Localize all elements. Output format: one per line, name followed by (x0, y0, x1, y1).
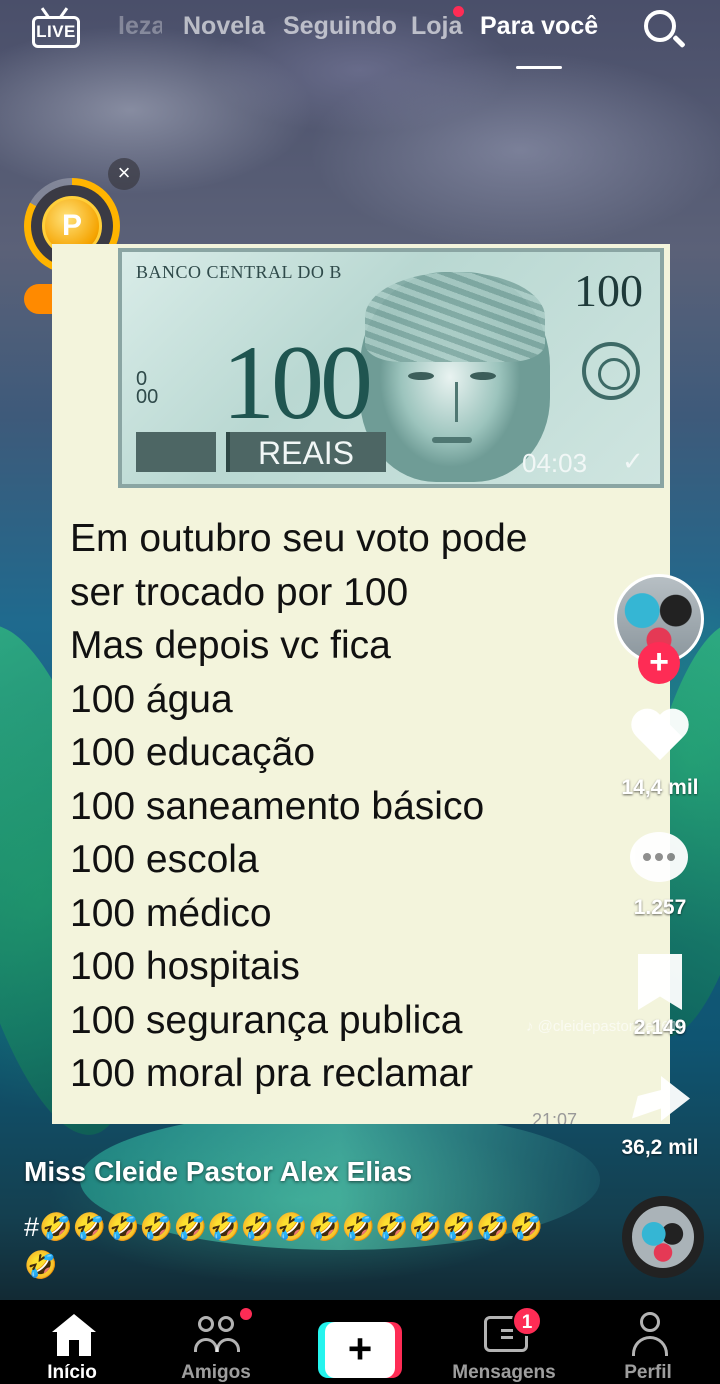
comment-dot (643, 853, 651, 861)
message-line: 100 moral pra reclamar (70, 1052, 474, 1095)
close-coin-widget-button[interactable]: × (108, 158, 140, 190)
message-line: 100 escola (70, 838, 259, 881)
message-line: Em outubro seu voto pode (70, 517, 528, 560)
plus-icon: + (325, 1322, 395, 1378)
home-door (69, 1340, 79, 1356)
active-tab-indicator (516, 66, 562, 69)
message-line: 100 hospitais (70, 945, 300, 988)
top-navigation: LIVE leza Novela Seguindo Loja Para você (0, 0, 720, 80)
post-image[interactable]: BANCO CENTRAL DO B 100 100 0 00 REAIS 04… (52, 244, 670, 1124)
tab-novela[interactable]: Novela (183, 12, 265, 41)
search-icon (644, 10, 676, 42)
message-line: Mas depois vc fica (70, 624, 391, 667)
friend-head (198, 1316, 214, 1332)
comment-dot (667, 853, 675, 861)
message-line: 100 água (70, 677, 233, 721)
search-button[interactable] (640, 6, 690, 54)
friend-body (194, 1338, 218, 1352)
share-count: 36,2 mil (621, 1136, 699, 1159)
friends-icon (194, 1314, 242, 1358)
friend-head (218, 1316, 234, 1332)
save-count: 2.149 (633, 1016, 687, 1039)
banknote-dark-bar (136, 432, 216, 472)
like-heart-icon[interactable] (630, 710, 690, 766)
notification-dot (240, 1308, 252, 1320)
tab-loja[interactable]: Loja (411, 12, 462, 41)
nav-friends[interactable]: Amigos (156, 1300, 276, 1384)
portrait-hair (365, 272, 545, 362)
message-check-icon: ✓ (622, 446, 644, 476)
banknote-header: BANCO CENTRAL DO B (136, 262, 342, 282)
follow-button[interactable]: + (638, 642, 680, 684)
banknote-currency-label: REAIS (257, 435, 355, 471)
banknote-value-large: 100 (222, 324, 373, 441)
home-icon (52, 1314, 96, 1356)
like-count: 14,4 mil (621, 776, 699, 799)
banknote-serial-digits: 0 00 (136, 368, 159, 408)
profile-shoulders (632, 1336, 668, 1356)
nav-friends-label: Amigos (181, 1362, 251, 1383)
bottom-navigation: Início Amigos + 1 Mensagens Perfil (0, 1300, 720, 1384)
notification-dot (453, 6, 464, 17)
live-label: LIVE (32, 16, 80, 48)
comment-dot (655, 853, 663, 861)
create-button[interactable]: + (318, 1322, 402, 1378)
tab-seguindo[interactable]: Seguindo (283, 12, 397, 41)
banknote-image: BANCO CENTRAL DO B 100 100 0 00 REAIS 04… (118, 248, 664, 488)
author-name[interactable]: Miss Cleide Pastor Alex Elias (24, 1156, 412, 1188)
message-line: ser trocado por 100 (70, 570, 409, 614)
inbox-badge: 1 (512, 1306, 542, 1336)
nav-home-label: Início (47, 1362, 97, 1383)
comment-icon[interactable] (630, 832, 688, 882)
portrait-eye (470, 372, 496, 380)
portrait-eye (408, 372, 434, 380)
friend-body (216, 1338, 240, 1352)
nav-inbox[interactable]: 1 Mensagens (444, 1300, 564, 1384)
nav-profile-label: Perfil (624, 1362, 672, 1383)
message-line: 100 educação (70, 731, 316, 774)
search-icon-handle (672, 34, 686, 49)
portrait-nose (446, 382, 458, 422)
nav-profile[interactable]: Perfil (588, 1300, 708, 1384)
nav-home[interactable]: Início (12, 1300, 132, 1384)
comment-count: 1.257 (633, 896, 687, 919)
banknote-emblem-icon (582, 342, 640, 400)
tab-leza[interactable]: leza (118, 12, 162, 41)
post-message-text: Em outubro seu voto pode ser trocado por… (70, 512, 630, 1101)
profile-head (640, 1312, 660, 1332)
portrait-mouth (432, 437, 472, 443)
video-caption[interactable]: #🤣🤣🤣🤣🤣🤣🤣🤣🤣🤣🤣🤣🤣🤣🤣🤣 (24, 1208, 544, 1284)
message-timestamp-partial: 21:07 (532, 1110, 578, 1124)
message-line: 100 médico (70, 891, 272, 935)
profile-icon (630, 1312, 670, 1358)
tab-para-voce[interactable]: Para você (480, 12, 598, 41)
banknote-value-small: 100 (574, 265, 643, 316)
music-disc-icon[interactable] (622, 1196, 704, 1278)
live-button[interactable]: LIVE (30, 6, 84, 50)
message-line: 100 saneamento básico (70, 784, 485, 828)
message-timestamp: 04:03 (522, 448, 588, 478)
nav-inbox-label: Mensagens (452, 1362, 556, 1383)
